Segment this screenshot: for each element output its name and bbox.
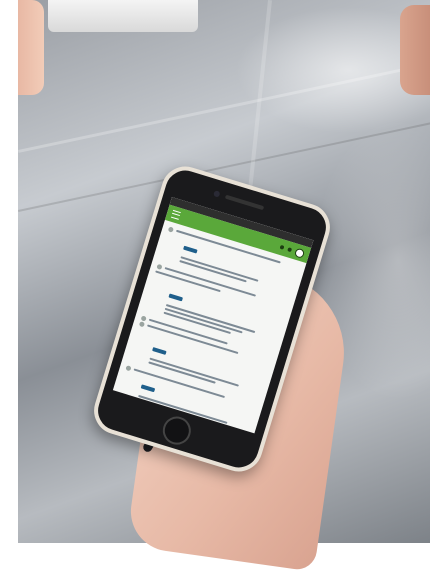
item-tag bbox=[152, 347, 167, 355]
steel-reflection bbox=[18, 58, 430, 153]
status-icon bbox=[156, 263, 163, 270]
front-camera-icon bbox=[213, 190, 221, 198]
home-button[interactable] bbox=[159, 413, 195, 449]
item-tag bbox=[183, 245, 198, 254]
status-icon bbox=[138, 320, 146, 327]
status-icon bbox=[167, 225, 175, 233]
left-person-fingers bbox=[18, 0, 44, 95]
earpiece-speaker bbox=[224, 194, 265, 211]
action-icon[interactable] bbox=[279, 244, 285, 250]
action-icon[interactable] bbox=[287, 247, 293, 253]
item-tag bbox=[140, 384, 156, 393]
menu-icon[interactable] bbox=[170, 209, 181, 220]
status-icon bbox=[140, 314, 147, 322]
white-tray bbox=[48, 0, 198, 32]
status-icon bbox=[125, 364, 132, 371]
right-person-fingers bbox=[400, 5, 430, 95]
avatar-icon[interactable] bbox=[294, 247, 306, 259]
item-tag bbox=[168, 293, 183, 302]
